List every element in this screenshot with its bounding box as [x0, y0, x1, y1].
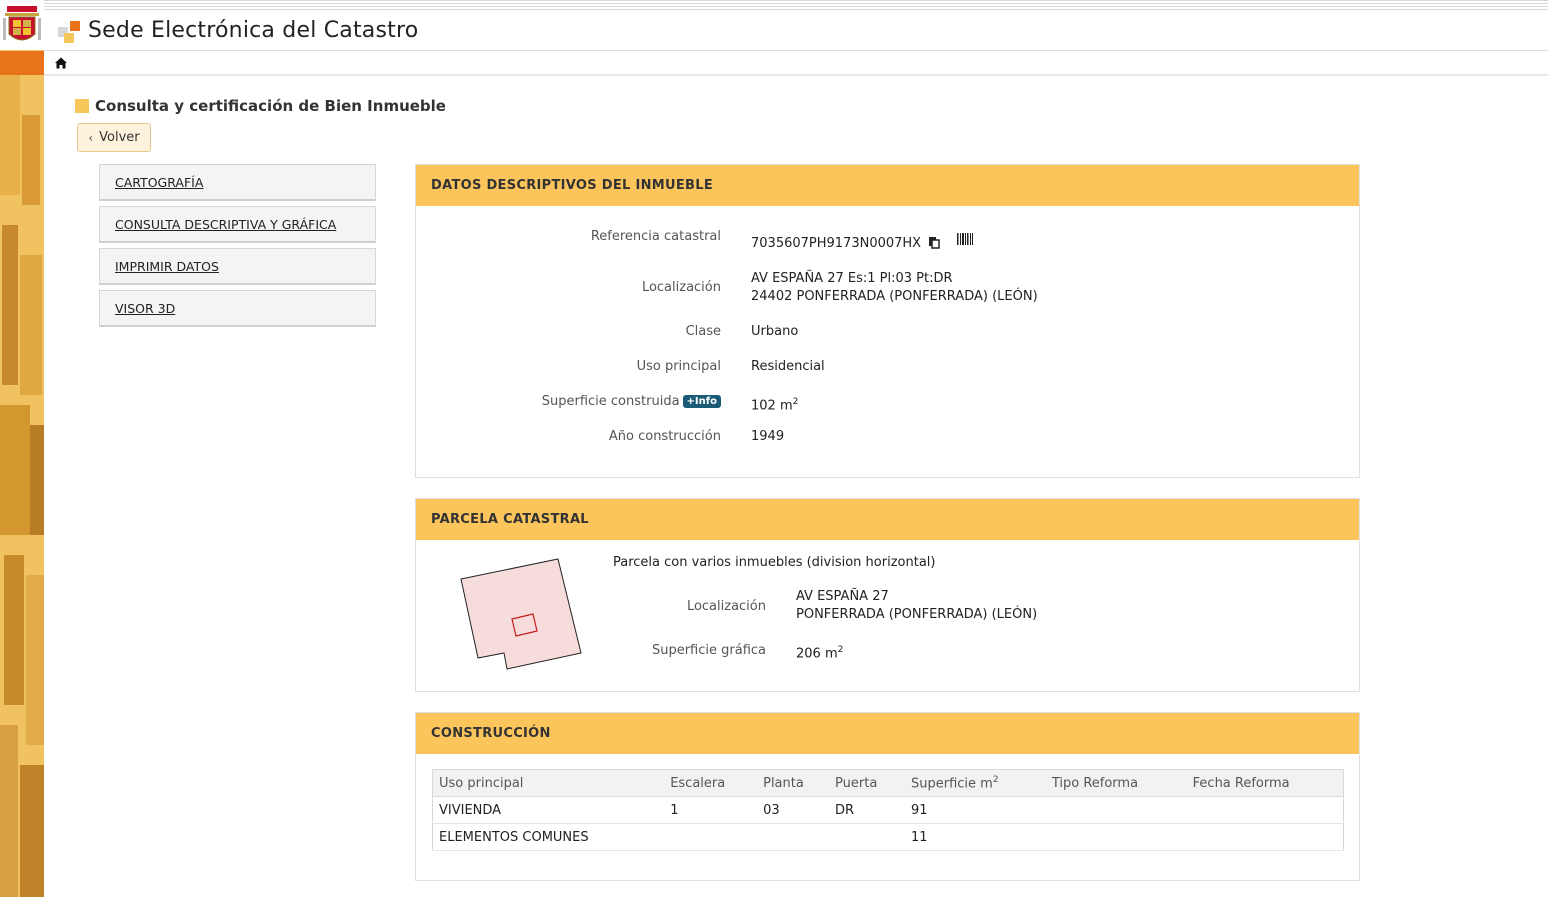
side-menu: CARTOGRAFÍA CONSULTA DESCRIPTIVA Y GRÁFI…: [99, 164, 376, 332]
catastro-logo-icon[interactable]: [58, 21, 80, 43]
sup-exp: 2: [792, 397, 799, 407]
chevron-left-icon: ‹: [88, 130, 94, 145]
table-cell: [1186, 796, 1344, 824]
orange-accent-bar: [0, 51, 44, 75]
table-cell: [1045, 823, 1187, 851]
menu-item-visor-3d[interactable]: VISOR 3D: [99, 290, 376, 327]
menu-item-imprimir-datos[interactable]: IMPRIMIR DATOS: [99, 248, 376, 285]
menu-item-consulta-descriptiva[interactable]: CONSULTA DESCRIPTIVA Y GRÁFICA: [99, 206, 376, 243]
uso-label: Uso principal: [636, 359, 721, 374]
parcela-sup-label: Superficie gráfica: [651, 643, 766, 658]
col-header-exp: 2: [992, 774, 999, 785]
clase-label: Clase: [685, 324, 721, 339]
parcela-desc: Parcela con varios inmuebles (division h…: [613, 555, 936, 570]
col-header: Uso principal: [432, 769, 665, 797]
table-cell: [664, 823, 758, 851]
parcela-loc-line1: AV ESPAÑA 27: [796, 589, 889, 604]
site-title[interactable]: Sede Electrónica del Catastro: [88, 18, 418, 43]
loc-value: AV ESPAÑA 27 Es:1 Pl:03 Pt:DR 24402 PONF…: [751, 270, 1038, 306]
col-header: Fecha Reforma: [1186, 769, 1344, 797]
parcela-loc-line2: PONFERRADA (PONFERRADA) (LEÓN): [796, 607, 1038, 622]
clase-value: Urbano: [751, 324, 799, 339]
header-stripes: [44, 0, 1548, 12]
table-cell: 11: [904, 823, 1046, 851]
construccion-table: Uso principal Escalera Planta Puerta Sup…: [432, 769, 1344, 851]
parcela-loc-label: Localización: [686, 599, 766, 614]
anio-value: 1949: [751, 429, 785, 444]
table-cell: 03: [757, 796, 830, 824]
back-button-label: Volver: [99, 130, 140, 145]
sup-construida-number: 102 m: [751, 398, 793, 414]
parcela-sup-exp: 2: [837, 645, 844, 655]
loc-label: Localización: [641, 280, 721, 295]
ref-value-group: 7035607PH9173N0007HX: [751, 233, 974, 253]
table-row: VIVIENDA 1 03 DR 91: [432, 796, 1344, 824]
loc-line2: 24402 PONFERRADA (PONFERRADA) (LEÓN): [751, 289, 1038, 304]
col-header-superficie-text: Superficie m: [910, 776, 993, 792]
table-cell: DR: [829, 796, 905, 824]
uso-value: Residencial: [751, 359, 825, 374]
col-header: Escalera: [664, 769, 758, 797]
page-title: Consulta y certificación de Bien Inmuebl…: [95, 97, 446, 115]
parcel-map-image[interactable]: [454, 552, 594, 677]
table-cell: [1186, 823, 1344, 851]
table-cell: VIVIENDA: [432, 796, 665, 824]
table-cell: [829, 823, 905, 851]
anio-label: Año construcción: [608, 429, 721, 444]
copy-icon[interactable]: [928, 236, 941, 249]
col-header-superficie: Superficie m2: [904, 769, 1046, 797]
col-header: Puerta: [829, 769, 905, 797]
table-cell: 1: [664, 796, 758, 824]
construccion-heading: CONSTRUCCIÓN: [416, 713, 1359, 754]
home-icon[interactable]: [54, 56, 68, 70]
sup-construida-value: 102 m2: [751, 393, 798, 415]
table-header-row: Uso principal Escalera Planta Puerta Sup…: [432, 769, 1344, 797]
construccion-panel: CONSTRUCCIÓN Uso principal Escalera Plan…: [415, 712, 1360, 881]
ref-value[interactable]: 7035607PH9173N0007HX: [751, 236, 921, 251]
col-header: Planta: [757, 769, 830, 797]
page-title-block: Consulta y certificación de Bien Inmuebl…: [75, 97, 446, 115]
info-badge[interactable]: +Info: [682, 395, 721, 408]
parcela-sup-number: 206 m: [796, 646, 838, 662]
barcode-icon[interactable]: [957, 233, 974, 245]
parcela-panel: PARCELA CATASTRAL Parcela con varios inm…: [415, 498, 1360, 692]
left-decor-strip: [0, 0, 44, 897]
datos-heading: DATOS DESCRIPTIVOS DEL INMUEBLE: [416, 165, 1359, 206]
sup-construida-label: Superficie construida: [541, 394, 680, 409]
coat-of-arms-icon[interactable]: [0, 0, 44, 50]
parcela-heading: PARCELA CATASTRAL: [416, 499, 1359, 540]
breadcrumb-bar: [44, 51, 1548, 76]
table-cell: [1045, 796, 1187, 824]
sup-construida-label-group: Superficie construida +Info: [416, 394, 721, 409]
parcela-loc-value: AV ESPAÑA 27 PONFERRADA (PONFERRADA) (LE…: [796, 588, 1037, 624]
menu-item-cartografia[interactable]: CARTOGRAFÍA: [99, 164, 376, 201]
ref-label: Referencia catastral: [590, 229, 721, 244]
table-cell: 91: [904, 796, 1046, 824]
title-square-icon: [75, 99, 89, 113]
table-cell: ELEMENTOS COMUNES: [432, 823, 665, 851]
table-row: ELEMENTOS COMUNES 11: [432, 823, 1344, 851]
table-cell: [757, 823, 830, 851]
city-image: [0, 75, 44, 897]
loc-line1: AV ESPAÑA 27 Es:1 Pl:03 Pt:DR: [751, 271, 953, 286]
back-button[interactable]: ‹ Volver: [77, 123, 151, 152]
datos-descriptivos-panel: DATOS DESCRIPTIVOS DEL INMUEBLE Referenc…: [415, 164, 1360, 478]
col-header: Tipo Reforma: [1045, 769, 1187, 797]
parcela-sup-value: 206 m2: [796, 641, 843, 663]
site-header: Sede Electrónica del Catastro: [44, 0, 1548, 51]
